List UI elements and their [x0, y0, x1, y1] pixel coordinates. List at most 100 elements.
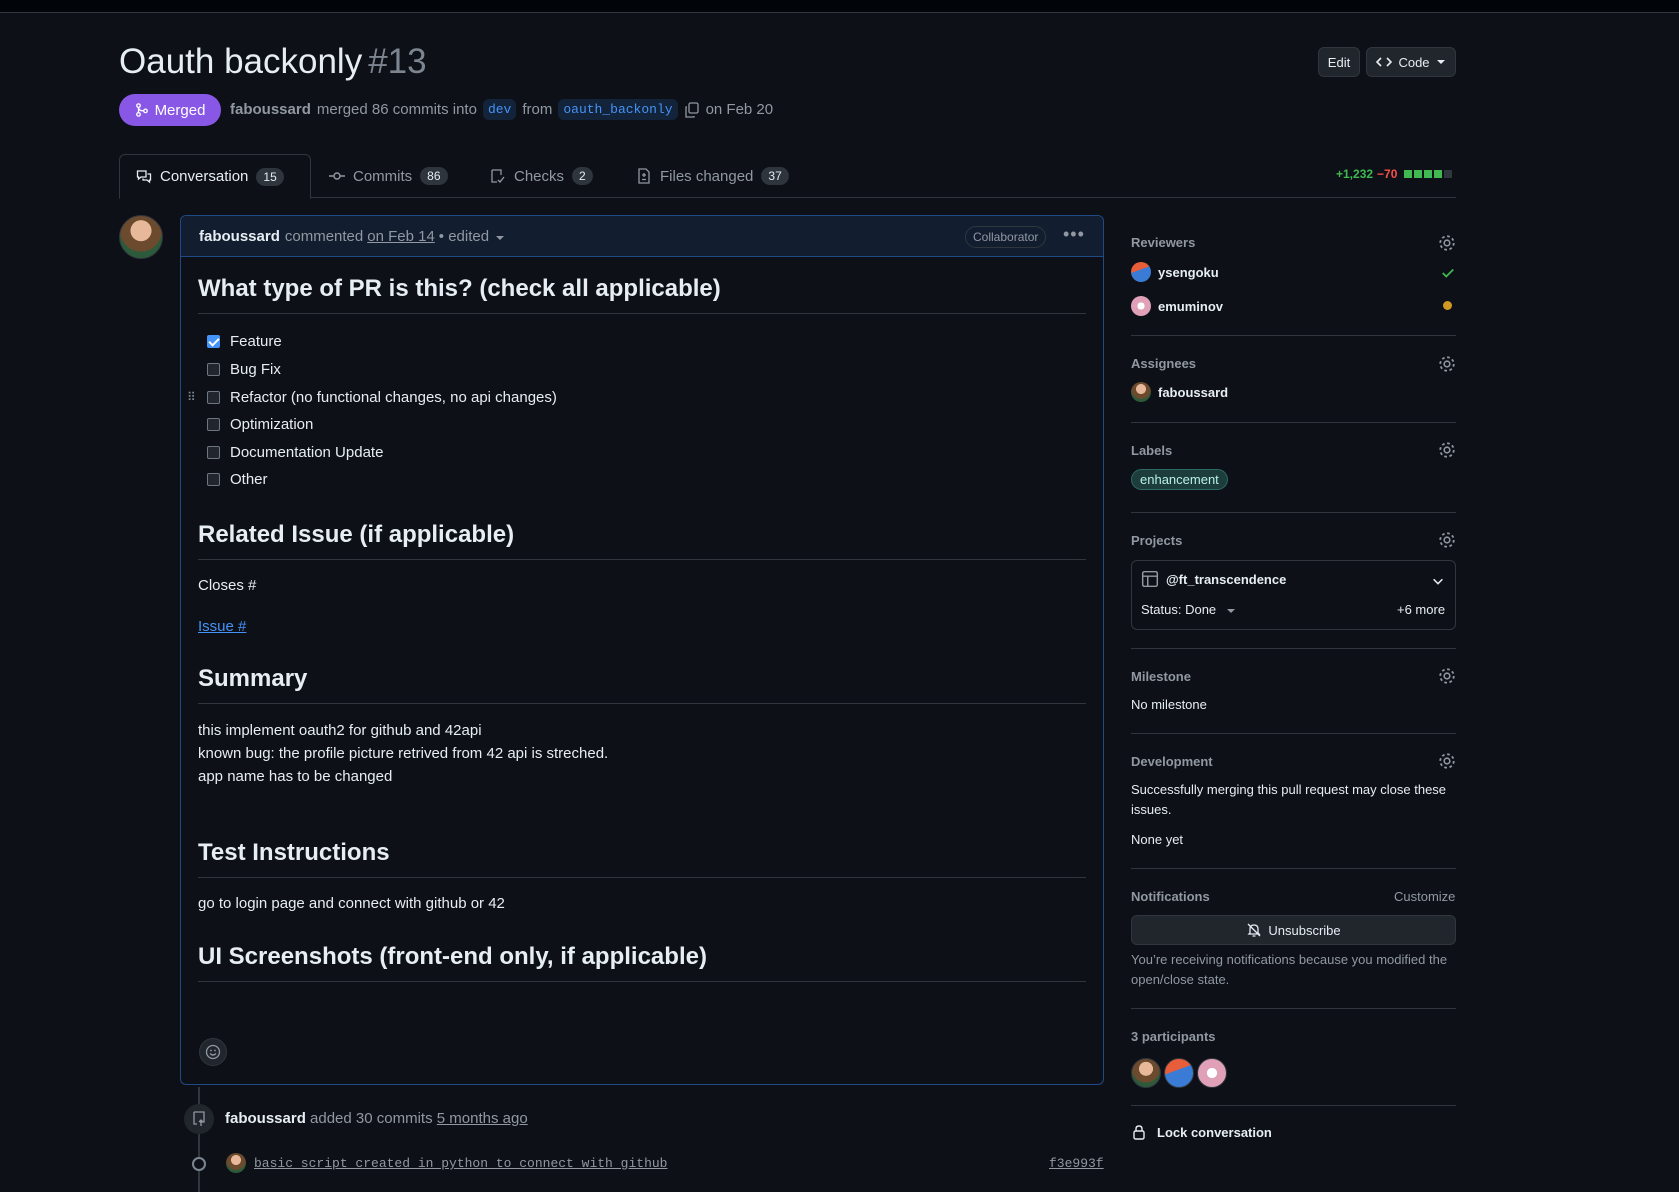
- timeline-author[interactable]: faboussard: [225, 1110, 306, 1127]
- drag-handle-icon[interactable]: ⠿: [187, 390, 196, 404]
- divider: [1131, 1008, 1456, 1009]
- timeline-text: faboussard added 30 commits 5 months ago: [225, 1110, 528, 1127]
- participant-avatar[interactable]: [1131, 1058, 1161, 1088]
- tab-label: Commits: [353, 167, 413, 185]
- reviewer-name[interactable]: ysengoku: [1158, 265, 1219, 280]
- comment-date[interactable]: on Feb 14: [367, 228, 435, 245]
- task-item[interactable]: Documentation Update: [207, 444, 383, 461]
- commit-message-link[interactable]: basic script created in python to connec…: [254, 1156, 667, 1171]
- code-icon: [1376, 57, 1393, 67]
- merge-summary: faboussard merged 86 commits into dev fr…: [230, 99, 773, 120]
- notification-reason: You’re receiving notifications because y…: [1131, 952, 1448, 987]
- pr-title: Oauth backonly: [119, 42, 363, 81]
- gear-icon[interactable]: [1438, 531, 1456, 549]
- kebab-menu-icon[interactable]: •••: [1063, 224, 1085, 245]
- avatar[interactable]: [226, 1153, 246, 1173]
- tab-conversation[interactable]: Conversation 15: [119, 154, 311, 199]
- head-branch[interactable]: oauth_backonly: [558, 99, 678, 120]
- gear-icon[interactable]: [1438, 355, 1456, 373]
- tab-count: 2: [572, 167, 593, 185]
- base-branch[interactable]: dev: [482, 99, 517, 120]
- pending-dot-icon: [1443, 301, 1452, 310]
- development-text: Successfully merging this pull request m…: [1131, 782, 1447, 817]
- tab-count: 37: [761, 167, 789, 185]
- timeline-action: added 30 commits: [310, 1110, 433, 1127]
- labels-list: enhancement: [1131, 469, 1456, 490]
- top-bar: [0, 0, 1679, 13]
- checkbox-icon[interactable]: [207, 418, 220, 431]
- summary-line: this implement oauth2 for github and 42a…: [198, 722, 482, 739]
- heading-test-instructions: Test Instructions: [198, 839, 1086, 878]
- milestone-title[interactable]: Milestone: [1131, 669, 1456, 684]
- project-name[interactable]: @ft_transcendence: [1166, 572, 1286, 587]
- gear-icon[interactable]: [1438, 441, 1456, 459]
- gear-icon[interactable]: [1438, 234, 1456, 252]
- lock-icon: [1133, 1125, 1145, 1140]
- task-item[interactable]: Refactor (no functional changes, no api …: [207, 389, 557, 406]
- reviewer-name[interactable]: emuminov: [1158, 299, 1223, 314]
- projects-title[interactable]: Projects: [1131, 533, 1456, 548]
- tab-label: Conversation: [160, 168, 249, 185]
- checkbox-icon[interactable]: [207, 446, 220, 459]
- tab-checks[interactable]: Checks 2: [474, 154, 609, 198]
- edit-label: Edit: [1327, 54, 1351, 70]
- heading-pr-type: What type of PR is this? (check all appl…: [198, 275, 1086, 314]
- divider: [1131, 422, 1456, 423]
- tab-files-changed[interactable]: Files changed 37: [620, 154, 805, 198]
- participant-avatar[interactable]: [1164, 1058, 1194, 1088]
- participant-avatar[interactable]: [1197, 1058, 1227, 1088]
- assignee-item[interactable]: faboussard: [1131, 382, 1456, 402]
- smiley-icon: [205, 1044, 221, 1060]
- copy-icon[interactable]: [684, 101, 700, 118]
- label-enhancement[interactable]: enhancement: [1131, 469, 1228, 490]
- task-item[interactable]: Optimization: [207, 416, 313, 433]
- project-status-dropdown[interactable]: Status: Done: [1141, 602, 1236, 617]
- commit-sha-link[interactable]: f3e993f: [1049, 1156, 1104, 1171]
- unsubscribe-label: Unsubscribe: [1268, 922, 1341, 938]
- checkbox-icon[interactable]: [207, 363, 220, 376]
- divider: [1131, 512, 1456, 513]
- comment-author[interactable]: faboussard: [199, 228, 280, 245]
- checkbox-icon[interactable]: [207, 473, 220, 486]
- code-button[interactable]: Code: [1366, 47, 1456, 77]
- development-value: None yet: [1131, 832, 1184, 847]
- gear-icon[interactable]: [1438, 667, 1456, 685]
- checkbox-icon[interactable]: [207, 391, 220, 404]
- checkbox-checked-icon[interactable]: [207, 335, 220, 348]
- unsubscribe-button[interactable]: Unsubscribe: [1131, 915, 1456, 945]
- assignees-title[interactable]: Assignees: [1131, 356, 1456, 371]
- author-link[interactable]: faboussard: [230, 101, 311, 118]
- summary-line: known bug: the profile picture retrived …: [198, 745, 609, 762]
- project-more-fields[interactable]: +6 more: [1397, 602, 1445, 617]
- merged-badge: Merged: [119, 94, 221, 126]
- task-label: Optimization: [230, 416, 314, 433]
- tab-commits[interactable]: Commits 86: [313, 154, 464, 198]
- edited-dropdown[interactable]: • edited: [439, 228, 489, 245]
- reviewer-item[interactable]: ysengoku: [1131, 262, 1456, 282]
- reviewer-item[interactable]: emuminov: [1131, 296, 1456, 316]
- avatar[interactable]: [119, 215, 163, 259]
- caret-down-icon[interactable]: [495, 233, 505, 243]
- task-label: Refactor (no functional changes, no api …: [230, 389, 557, 406]
- tab-label: Files changed: [660, 167, 754, 185]
- labels-title[interactable]: Labels: [1131, 443, 1456, 458]
- assignee-name[interactable]: faboussard: [1158, 385, 1228, 400]
- customize-link[interactable]: Customize: [1394, 889, 1455, 904]
- collaborator-badge: Collaborator: [965, 226, 1047, 248]
- issue-link[interactable]: Issue #: [198, 618, 246, 635]
- edit-button[interactable]: Edit: [1318, 47, 1360, 77]
- lock-conversation-button[interactable]: Lock conversation: [1131, 1124, 1272, 1140]
- chevron-down-icon[interactable]: [1431, 574, 1445, 588]
- task-item[interactable]: Feature: [207, 333, 282, 350]
- reviewers-title[interactable]: Reviewers: [1131, 235, 1456, 250]
- pr-number: #13: [368, 42, 427, 81]
- from-text: from: [522, 101, 553, 118]
- task-item[interactable]: Other: [207, 471, 268, 488]
- add-reaction-button[interactable]: [199, 1038, 227, 1066]
- timeline-time[interactable]: 5 months ago: [437, 1110, 528, 1127]
- gear-icon[interactable]: [1438, 752, 1456, 770]
- avatar: [1131, 382, 1151, 402]
- avatar: [1131, 296, 1151, 316]
- development-title[interactable]: Development: [1131, 754, 1456, 769]
- task-item[interactable]: Bug Fix: [207, 361, 281, 378]
